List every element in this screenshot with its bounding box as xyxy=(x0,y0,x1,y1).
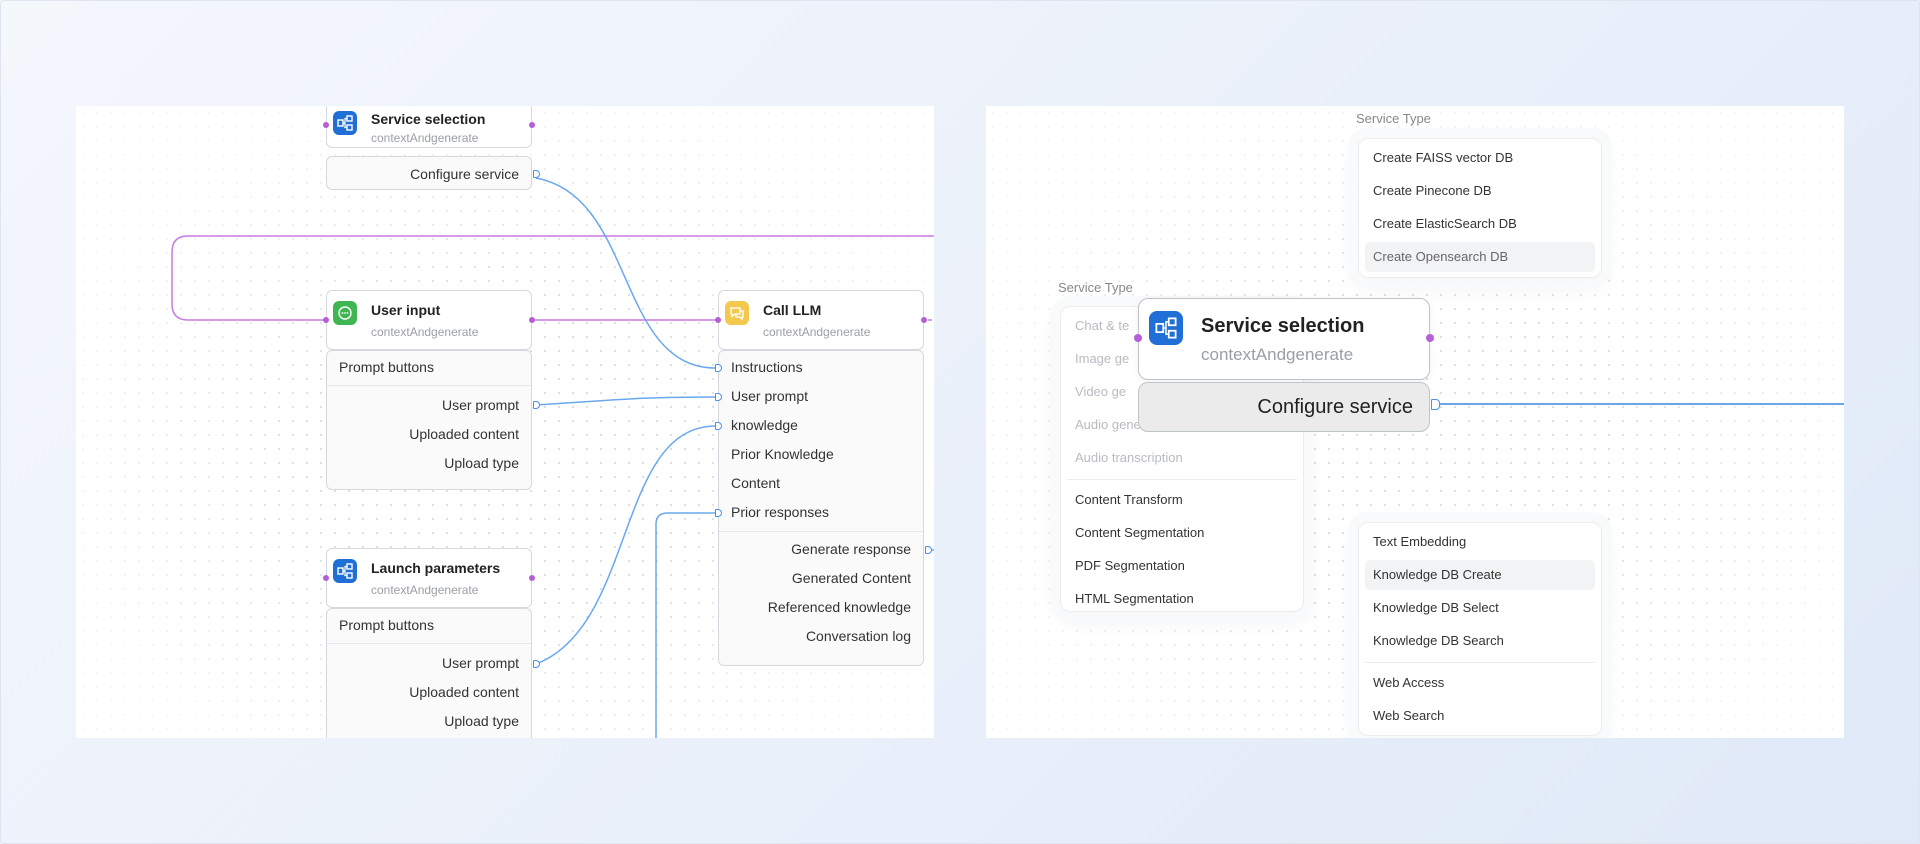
divider xyxy=(327,385,531,386)
divider xyxy=(327,643,531,644)
input-handle[interactable] xyxy=(323,575,329,581)
user-prompt-row[interactable]: User prompt xyxy=(442,655,519,671)
input-user-prompt[interactable]: User prompt xyxy=(731,388,808,404)
input-content[interactable]: Content xyxy=(731,475,780,491)
input-handle[interactable] xyxy=(323,317,329,323)
output-conversation-log[interactable]: Conversation log xyxy=(806,628,911,644)
node-title: Launch parameters xyxy=(371,560,501,576)
service-flow-icon xyxy=(1149,311,1183,345)
node-body: Instructions User prompt knowledge Prior… xyxy=(718,350,924,666)
input-prior-knowledge[interactable]: Prior Knowledge xyxy=(731,446,834,462)
output-generated-content[interactable]: Generated Content xyxy=(792,570,911,586)
configure-service-port[interactable] xyxy=(1431,399,1440,410)
output-handle[interactable] xyxy=(1426,334,1434,342)
node-title: Call LLM xyxy=(763,302,822,318)
prompt-buttons-label: Prompt buttons xyxy=(339,359,434,375)
output-referenced-knowledge[interactable]: Referenced knowledge xyxy=(768,599,911,615)
service-flow-icon xyxy=(333,559,357,583)
prompt-buttons-label: Prompt buttons xyxy=(339,617,434,633)
configure-service-row[interactable]: Configure service xyxy=(410,166,519,182)
upload-type-row[interactable]: Upload type xyxy=(444,455,519,471)
flow-canvas-right[interactable]: Service Type Create FAISS vector DB Crea… xyxy=(986,106,1844,738)
output-generate-response[interactable]: Generate response xyxy=(791,541,911,557)
flow-canvas-left[interactable]: Service selection contextAndgenerate Con… xyxy=(76,106,934,738)
node-body: Configure service xyxy=(326,156,532,190)
divider xyxy=(719,531,923,532)
wire-to-prior-responses xyxy=(655,512,716,738)
node-header[interactable]: Call LLM contextAndgenerate xyxy=(718,290,924,350)
input-handle[interactable] xyxy=(1134,334,1142,342)
input-handle[interactable] xyxy=(715,317,721,323)
node-subtitle: contextAndgenerate xyxy=(371,583,479,597)
node-subtitle: contextAndgenerate xyxy=(371,325,479,339)
user-prompt-row[interactable]: User prompt xyxy=(442,397,519,413)
wire-configure-to-instructions xyxy=(535,177,717,369)
node-header[interactable]: Service selection contextAndgenerate xyxy=(1138,298,1430,380)
node-title: User input xyxy=(371,302,441,318)
output-handle[interactable] xyxy=(529,122,535,128)
output-handle[interactable] xyxy=(921,317,927,323)
node-header[interactable]: User input contextAndgenerate xyxy=(326,290,532,350)
node-subtitle: contextAndgenerate xyxy=(371,131,479,145)
input-handle[interactable] xyxy=(323,122,329,128)
input-prior-responses[interactable]: Prior responses xyxy=(731,504,829,520)
configure-service-row[interactable]: Configure service xyxy=(1257,396,1413,419)
user-input-node[interactable]: User input contextAndgenerate Prompt but… xyxy=(323,290,540,490)
output-handle[interactable] xyxy=(529,575,535,581)
node-body: Prompt buttons User prompt Uploaded cont… xyxy=(326,350,532,490)
service-selection-node[interactable]: Service selection contextAndgenerate Con… xyxy=(323,106,540,190)
input-instructions[interactable]: Instructions xyxy=(731,359,803,375)
node-body: Configure service xyxy=(1138,382,1430,432)
service-flow-icon xyxy=(333,111,357,135)
input-knowledge[interactable]: knowledge xyxy=(731,417,798,433)
call-llm-node[interactable]: Call LLM contextAndgenerate Instructions… xyxy=(715,290,932,666)
node-body: Prompt buttons User prompt Uploaded cont… xyxy=(326,608,532,738)
node-subtitle: contextAndgenerate xyxy=(1201,345,1354,364)
node-header[interactable]: Launch parameters contextAndgenerate xyxy=(326,548,532,608)
node-title: Service selection xyxy=(371,111,486,127)
uploaded-content-row[interactable]: Uploaded content xyxy=(409,426,519,442)
upload-type-row[interactable]: Upload type xyxy=(444,713,519,729)
output-handle[interactable] xyxy=(529,317,535,323)
launch-parameters-node[interactable]: Launch parameters contextAndgenerate Pro… xyxy=(323,548,540,738)
node-header[interactable]: Service selection contextAndgenerate xyxy=(326,106,532,148)
chat-icon xyxy=(725,301,749,325)
uploaded-content-row[interactable]: Uploaded content xyxy=(409,684,519,700)
chat-bubble-icon xyxy=(333,301,357,325)
node-title: Service selection xyxy=(1201,315,1365,337)
service-selection-node-large[interactable]: Service selection contextAndgenerate Con… xyxy=(1134,298,1440,432)
node-subtitle: contextAndgenerate xyxy=(763,325,871,339)
wire-launch-to-knowledge xyxy=(535,425,717,665)
wire-userprompt-to-userprompt xyxy=(535,396,717,406)
